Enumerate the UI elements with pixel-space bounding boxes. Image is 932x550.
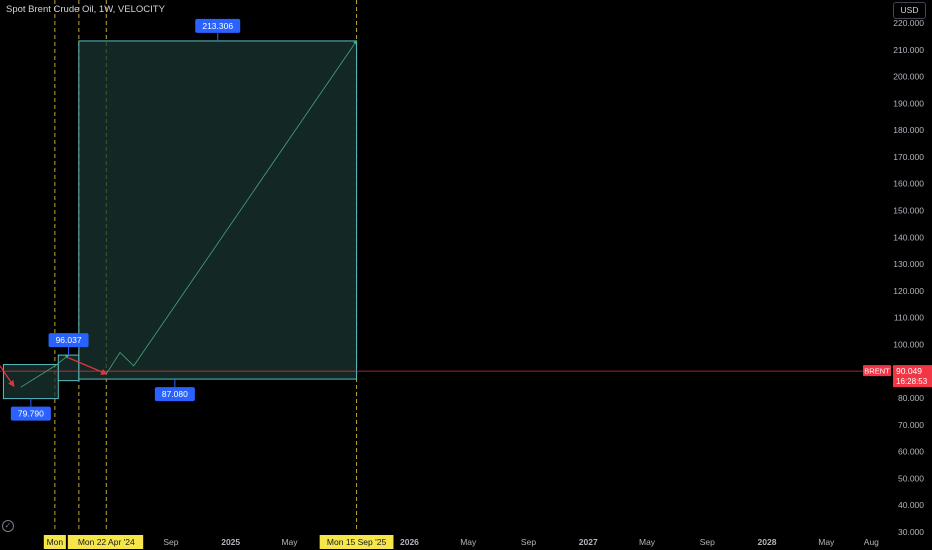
value-badge-label: 87.080 (162, 389, 188, 399)
y-tick-label: 70.000 (898, 420, 924, 430)
chart-title: Spot Brent Crude Oil, 1W, VELOCITY (6, 4, 165, 15)
x-tick-label: May (460, 537, 477, 547)
marker-date-label: Mon 22 Apr '24 (78, 537, 135, 547)
y-tick-label: 150.000 (893, 206, 924, 216)
currency-button[interactable]: USD (893, 2, 926, 19)
price-range-box[interactable] (78, 40, 358, 380)
tradingview-logo-icon[interactable]: ✓ (2, 520, 14, 532)
y-tick-label: 80.000 (898, 393, 924, 403)
x-tick-label: 2027 (579, 537, 598, 547)
price-range-box[interactable] (2, 364, 59, 400)
y-tick-label: 130.000 (893, 259, 924, 269)
marker-date-label: Mon 15 Sep '25 (327, 537, 387, 547)
time-axis[interactable]: Sep 2025 May 2026 May Sep 2027 May Sep 2028 May Aug… (43, 535, 879, 549)
x-tick-label: 2025 (221, 537, 240, 547)
value-badge-label: 79.790 (18, 409, 44, 419)
x-tick-label: 2028 (758, 537, 777, 547)
y-tick-label: 100.000 (893, 339, 924, 349)
marker-date-label: Mon (47, 537, 64, 547)
x-tick-label: 2026 (400, 537, 419, 547)
y-tick-label: 180.000 (893, 125, 924, 135)
bar-countdown: 16:28:53 (896, 377, 928, 386)
y-tick-label: 160.000 (893, 179, 924, 189)
price-range-box[interactable] (57, 354, 80, 382)
y-tick-label: 170.000 (893, 152, 924, 162)
chart-canvas[interactable]: 30.000 40.000 50.000 60.000 70.000 80.000 90.0… (0, 0, 932, 550)
y-tick-label: 50.000 (898, 473, 924, 483)
y-tick-label: 30.000 (898, 527, 924, 537)
y-tick-label: 190.000 (893, 98, 924, 108)
value-badge-label: 213.306 (202, 21, 233, 31)
y-tick-label: 40.000 (898, 500, 924, 510)
y-tick-label: 60.000 (898, 447, 924, 457)
x-tick-label: Aug (864, 537, 879, 547)
x-tick-label: May (281, 537, 298, 547)
price-axis[interactable]: 30.000 40.000 50.000 60.000 70.000 80.000 90.0… (863, 18, 932, 537)
x-tick-label: May (639, 537, 656, 547)
x-tick-label: May (818, 537, 835, 547)
x-tick-label: Sep (521, 537, 536, 547)
value-badge-label: 96.037 (56, 335, 82, 345)
y-tick-label: 210.000 (893, 45, 924, 55)
x-tick-label: Sep (163, 537, 178, 547)
x-tick-label: Sep (700, 537, 715, 547)
y-tick-label: 220.000 (893, 18, 924, 28)
y-tick-label: 120.000 (893, 286, 924, 296)
current-price-value: 90.049 (896, 366, 922, 376)
y-tick-label: 140.000 (893, 232, 924, 242)
y-tick-label: 200.000 (893, 72, 924, 82)
y-tick-label: 110.000 (894, 313, 924, 323)
symbol-tag-label: BRENT (864, 367, 890, 376)
